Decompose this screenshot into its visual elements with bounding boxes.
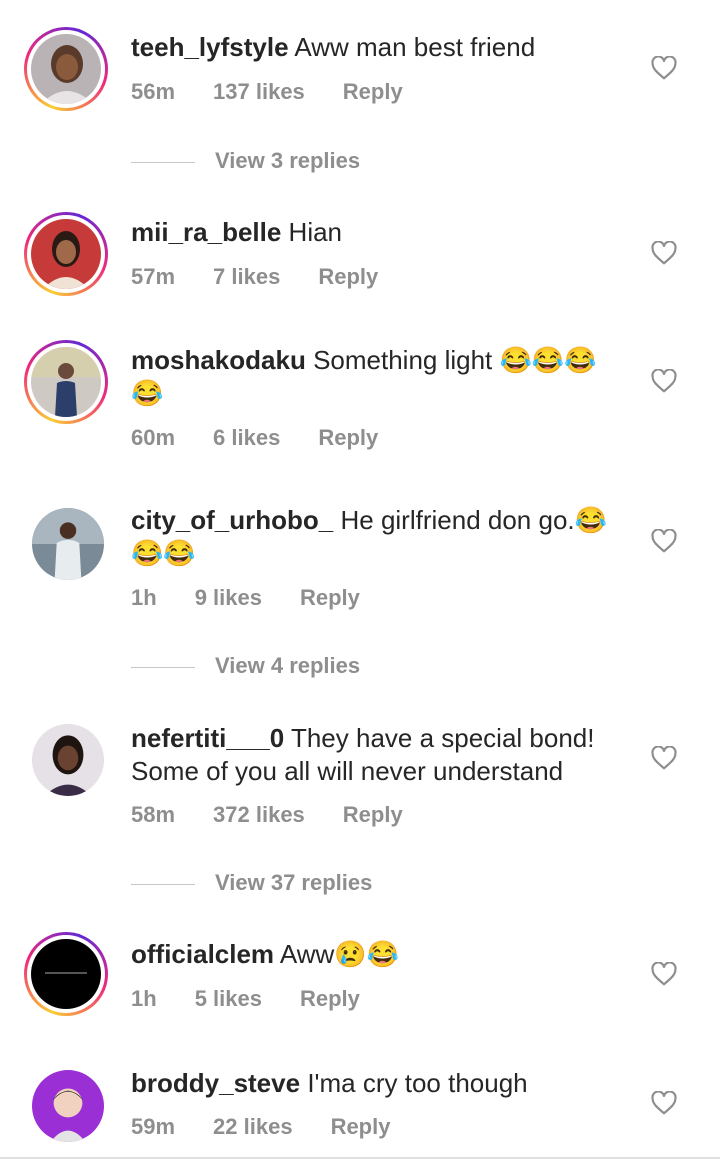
username[interactable]: nefertiti___0: [131, 723, 284, 753]
comment-text: nefertiti___0 They have a special bond! …: [131, 722, 631, 788]
avatar[interactable]: [32, 1070, 104, 1142]
reply-button[interactable]: Reply: [343, 79, 403, 104]
view-replies-label: View 37 replies: [215, 870, 373, 895]
likes-count[interactable]: 5 likes: [195, 986, 262, 1011]
comment-body: Something light 😂😂😂: [313, 345, 597, 375]
bottom-divider: [0, 1157, 720, 1159]
heart-outline-icon[interactable]: [651, 962, 677, 986]
comment-body: He girlfriend don go.😂: [340, 505, 607, 535]
divider: [131, 883, 195, 885]
view-replies-label: View 4 replies: [215, 653, 361, 678]
heart-outline-icon[interactable]: [651, 529, 677, 553]
username[interactable]: officialclem: [131, 939, 274, 969]
reply-button[interactable]: Reply: [318, 425, 378, 450]
comment-text: officialclem Aww😢😂: [131, 938, 631, 971]
likes-count[interactable]: 7 likes: [213, 264, 280, 289]
username[interactable]: teeh_lyfstyle: [131, 32, 289, 62]
heart-outline-icon[interactable]: [651, 241, 677, 265]
comment-meta: 1h 5 likes Reply: [131, 986, 398, 1012]
view-replies-button[interactable]: View 3 replies: [131, 148, 360, 174]
timestamp: 1h: [131, 986, 157, 1011]
comment-body: I'ma cry too though: [307, 1068, 528, 1098]
reply-button[interactable]: Reply: [343, 802, 403, 827]
timestamp: 56m: [131, 79, 176, 104]
comment-body: Aww man best friend: [294, 32, 536, 62]
comment-text: broddy_steve I'ma cry too though: [131, 1067, 631, 1100]
username[interactable]: mii_ra_belle: [131, 217, 281, 247]
likes-count[interactable]: 372 likes: [213, 802, 305, 827]
view-replies-label: View 3 replies: [215, 148, 361, 173]
comment-text: mii_ra_belle Hian: [131, 216, 631, 249]
comment-meta: 59m 22 likes Reply: [131, 1114, 428, 1140]
avatar[interactable]: [32, 724, 104, 796]
timestamp: 60m: [131, 425, 176, 450]
likes-count[interactable]: 6 likes: [213, 425, 280, 450]
view-replies-button[interactable]: View 4 replies: [131, 653, 360, 679]
reply-button[interactable]: Reply: [331, 1114, 391, 1139]
heart-outline-icon[interactable]: [651, 1091, 677, 1115]
comment-text: moshakodaku Something light 😂😂😂 😂: [131, 344, 631, 410]
comment-meta: 56m 137 likes Reply: [131, 79, 441, 105]
comment-meta: 1h 9 likes Reply: [131, 585, 398, 611]
comment-body-continued: Some of you all will never understand: [131, 756, 564, 786]
comment-body: They have a special bond!: [290, 723, 595, 753]
heart-outline-icon[interactable]: [651, 56, 677, 80]
avatar[interactable]: [24, 212, 108, 296]
divider: [131, 161, 195, 163]
comment-meta: 57m 7 likes Reply: [131, 264, 416, 290]
timestamp: 59m: [131, 1114, 176, 1139]
comment-text: teeh_lyfstyle Aww man best friend: [131, 31, 631, 64]
username[interactable]: city_of_urhobo_: [131, 505, 333, 535]
avatar[interactable]: [24, 27, 108, 111]
timestamp: 1h: [131, 585, 157, 610]
likes-count[interactable]: 9 likes: [195, 585, 262, 610]
heart-outline-icon[interactable]: [651, 369, 677, 393]
comment-meta: 60m 6 likes Reply: [131, 425, 416, 451]
reply-button[interactable]: Reply: [300, 585, 360, 610]
comment-body-continued: 😂: [131, 378, 164, 408]
timestamp: 58m: [131, 802, 176, 827]
timestamp: 57m: [131, 264, 176, 289]
likes-count[interactable]: 137 likes: [213, 79, 305, 104]
comment-body: Aww😢😂: [279, 939, 400, 969]
reply-button[interactable]: Reply: [300, 986, 360, 1011]
username[interactable]: broddy_steve: [131, 1068, 300, 1098]
username[interactable]: moshakodaku: [131, 345, 306, 375]
comment-meta: 58m 372 likes Reply: [131, 802, 441, 828]
comment-body-continued: 😂😂: [131, 538, 196, 568]
avatar[interactable]: [32, 508, 104, 580]
divider: [131, 666, 195, 668]
comment-text: city_of_urhobo_ He girlfriend don go.😂 😂…: [131, 504, 631, 570]
reply-button[interactable]: Reply: [318, 264, 378, 289]
likes-count[interactable]: 22 likes: [213, 1114, 293, 1139]
view-replies-button[interactable]: View 37 replies: [131, 870, 372, 896]
avatar[interactable]: [24, 340, 108, 424]
avatar[interactable]: [24, 932, 108, 1016]
comment-body: Hian: [288, 217, 343, 247]
heart-outline-icon[interactable]: [651, 746, 677, 770]
